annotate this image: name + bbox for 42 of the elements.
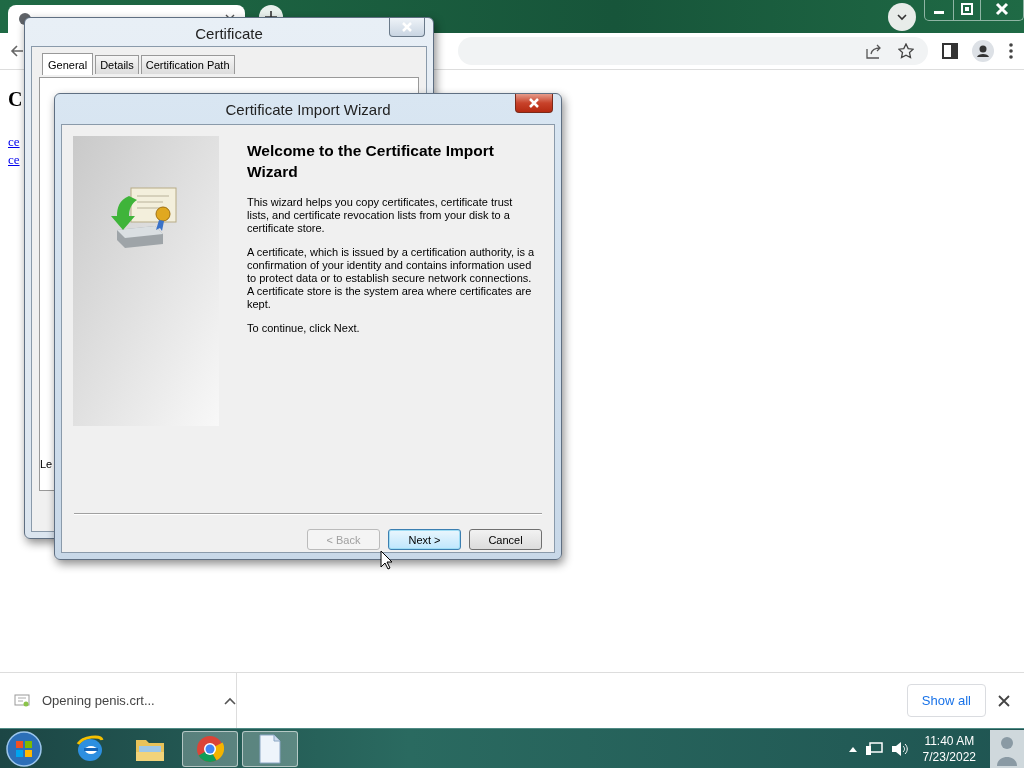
share-icon[interactable] xyxy=(866,43,882,59)
partial-text: Le xyxy=(40,458,53,470)
caret-up-icon[interactable] xyxy=(224,696,236,705)
chrome-icon xyxy=(196,734,224,763)
dialog-tab[interactable]: General xyxy=(42,53,94,75)
wizard-paragraph: A certificate, which is issued by a certification authority, is a confirmation of your identity and contains information used to protect data or to establish secure network connections. A certificate store is the system area where certificates are kept. xyxy=(247,246,536,311)
mouse-pointer-icon xyxy=(380,550,393,570)
side-panel-icon[interactable] xyxy=(942,43,958,59)
certificate-file-icon xyxy=(14,693,30,708)
user-icon[interactable] xyxy=(990,729,1024,768)
taskbar-button[interactable] xyxy=(182,730,238,767)
window-title: Certificate xyxy=(195,25,263,42)
wizard-button[interactable]: Cancel xyxy=(469,529,542,550)
close-icon[interactable] xyxy=(998,694,1010,707)
show-all-button[interactable]: Show all xyxy=(906,684,986,717)
download-item[interactable]: Opening penis.crt... xyxy=(42,693,212,708)
dialog-tab[interactable]: Certification Path xyxy=(140,55,235,74)
network-icon[interactable] xyxy=(864,740,883,757)
start-button[interactable] xyxy=(4,729,44,768)
wizard-heading: Welcome to the Certificate Import Wizard xyxy=(247,141,495,182)
page-heading: C xyxy=(8,88,23,111)
page-link[interactable]: ce xyxy=(8,151,20,169)
clock-date[interactable]: 7/23/2022 xyxy=(922,748,976,765)
dialog-tab[interactable]: Details xyxy=(95,55,139,74)
menu-icon[interactable] xyxy=(1008,42,1014,60)
tab-search-button[interactable] xyxy=(888,3,916,31)
document-icon xyxy=(258,733,282,764)
star-icon[interactable] xyxy=(898,43,914,59)
show-hidden-icons-button[interactable] xyxy=(848,745,857,752)
profile-icon[interactable] xyxy=(972,40,994,62)
clock-time[interactable]: 11:40 AM xyxy=(924,732,975,749)
window-title: Certificate Import Wizard xyxy=(225,101,391,118)
wizard-paragraph: To continue, click Next. xyxy=(247,322,361,335)
internet-explorer-icon xyxy=(75,733,105,764)
wizard-button[interactable]: Next > xyxy=(388,529,461,550)
page-link[interactable]: ce xyxy=(8,133,20,151)
taskbar-button[interactable] xyxy=(242,730,298,767)
close-button[interactable] xyxy=(389,18,425,37)
back-arrow-icon[interactable] xyxy=(10,44,24,58)
wizard-paragraph: This wizard helps you copy certificates, certificate trust lists, and certificate revocation lists from your disk to a certificate store. xyxy=(247,196,514,235)
volume-icon[interactable] xyxy=(890,740,909,757)
close-button[interactable] xyxy=(515,94,553,113)
